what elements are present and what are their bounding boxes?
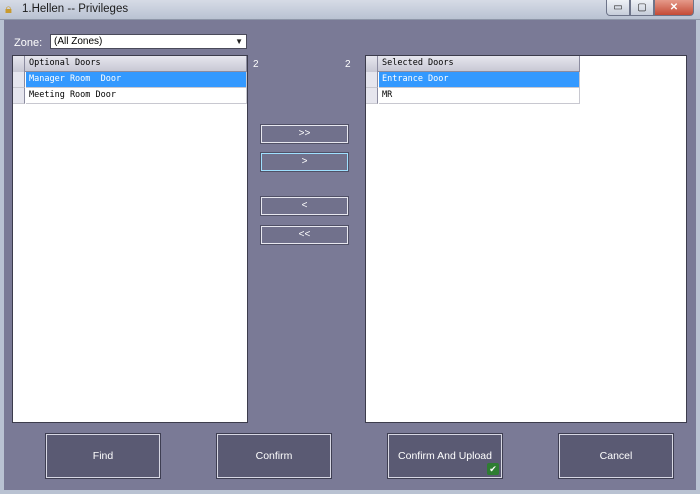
table-row[interactable]: Entrance Door bbox=[366, 72, 580, 88]
row-handle[interactable] bbox=[366, 88, 378, 104]
window-frame-left bbox=[0, 20, 4, 494]
chevron-down-icon[interactable]: ▼ bbox=[235, 35, 243, 48]
window-frame-right bbox=[696, 20, 700, 494]
remove-one-button[interactable]: < bbox=[260, 196, 349, 216]
minimize-button[interactable]: ▭ bbox=[606, 0, 630, 16]
door-name-cell[interactable]: Entrance Door bbox=[379, 72, 580, 88]
find-button[interactable]: Find bbox=[45, 433, 161, 479]
add-one-button[interactable]: > bbox=[260, 152, 349, 172]
optional-count: 2 bbox=[253, 59, 259, 70]
zone-select[interactable]: (All Zones) ▼ bbox=[50, 34, 247, 49]
grid-header: Optional Doors bbox=[13, 56, 247, 72]
grid-header: Selected Doors bbox=[366, 56, 580, 72]
window-title: 1.Hellen -- Privileges bbox=[22, 3, 129, 15]
table-row[interactable]: Manager Room Door bbox=[13, 72, 247, 88]
zone-label: Zone: bbox=[14, 37, 43, 49]
confirm-button[interactable]: Confirm bbox=[216, 433, 332, 479]
remove-all-button[interactable]: << bbox=[260, 225, 349, 245]
table-row[interactable]: Meeting Room Door bbox=[13, 88, 247, 104]
confirm-and-upload-button[interactable]: Confirm And Upload ✔ bbox=[387, 433, 503, 479]
close-button[interactable]: ✕ bbox=[654, 0, 694, 16]
window-controls: ▭ ▢ ✕ bbox=[606, 0, 694, 16]
maximize-button[interactable]: ▢ bbox=[630, 0, 654, 16]
zone-selected-value: (All Zones) bbox=[54, 36, 103, 47]
selected-count: 2 bbox=[345, 59, 351, 70]
grid-corner bbox=[366, 56, 378, 72]
optional-doors-grid[interactable]: Optional Doors Manager Room Door Meeting… bbox=[12, 55, 248, 423]
table-row[interactable]: MR bbox=[366, 88, 580, 104]
selected-doors-grid[interactable]: Selected Doors Entrance Door MR bbox=[365, 55, 687, 423]
grid-corner bbox=[13, 56, 25, 72]
row-handle[interactable] bbox=[366, 72, 378, 88]
door-name-cell[interactable]: MR bbox=[379, 88, 580, 104]
lock-icon: 🔒︎ bbox=[5, 1, 12, 16]
confirm-and-upload-label: Confirm And Upload bbox=[398, 450, 492, 462]
row-handle[interactable] bbox=[13, 88, 25, 104]
row-handle[interactable] bbox=[13, 72, 25, 88]
upload-check-icon: ✔ bbox=[487, 463, 499, 475]
selected-doors-column-header[interactable]: Selected Doors bbox=[379, 56, 580, 72]
cancel-button[interactable]: Cancel bbox=[558, 433, 674, 479]
optional-doors-column-header[interactable]: Optional Doors bbox=[26, 56, 247, 72]
add-all-button[interactable]: >> bbox=[260, 124, 349, 144]
window-frame-bottom bbox=[0, 490, 700, 494]
title-bar: 🔒︎ 1.Hellen -- Privileges ▭ ▢ ✕ bbox=[0, 0, 700, 20]
door-name-cell[interactable]: Manager Room Door bbox=[26, 72, 247, 88]
door-name-cell[interactable]: Meeting Room Door bbox=[26, 88, 247, 104]
